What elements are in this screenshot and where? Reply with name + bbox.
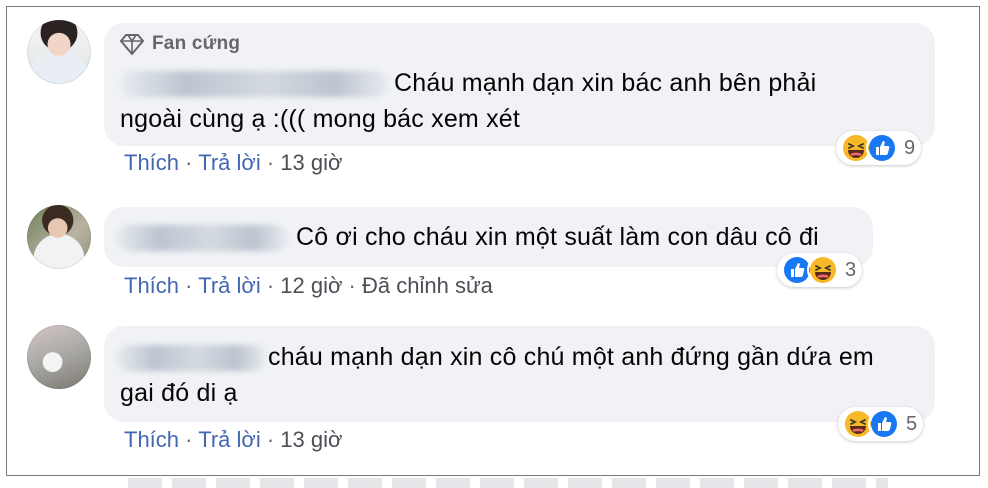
reaction-count: 3 (845, 258, 857, 281)
reply-button[interactable]: Trả lời (198, 427, 261, 452)
blurred-author-name[interactable] (120, 71, 388, 98)
comment-text-line: cháu mạnh dạn xin cô chú một anh đứng gầ… (268, 343, 874, 371)
comment-text-line: Cô ơi cho cháu xin một suất làm con dâu … (296, 223, 819, 251)
comment-text-line: ngoài cùng ạ :((( mong bác xem xét (120, 105, 521, 133)
comment-text-line: Cháu mạnh dạn xin bác anh bên phải (394, 69, 817, 97)
haha-icon (807, 254, 839, 286)
reply-button[interactable]: Trả lời (198, 150, 261, 175)
reaction-count: 5 (906, 412, 918, 435)
timestamp[interactable]: 12 giờ (280, 273, 342, 298)
blurred-author-name[interactable] (116, 225, 288, 252)
avatar[interactable] (27, 205, 91, 269)
timestamp[interactable]: 13 giờ (280, 150, 342, 175)
like-button[interactable]: Thích (124, 150, 179, 175)
reaction-summary[interactable]: 5 (838, 407, 924, 441)
comment-actions: Thích · Trả lời · 13 giờ (124, 150, 343, 175)
top-fan-badge[interactable]: Fan cứng (120, 32, 240, 56)
reply-button[interactable]: Trả lời (198, 273, 261, 298)
reaction-summary[interactable]: 9 (836, 131, 922, 165)
comment-bubble: Fan cứng Cháu mạnh dạn xin bác anh bên p… (104, 23, 935, 146)
comment-bubble: Cô ơi cho cháu xin một suất làm con dâu … (104, 207, 873, 267)
edited-label[interactable]: Đã chỉnh sửa (362, 273, 493, 298)
comment-bubble: cháu mạnh dạn xin cô chú một anh đứng gầ… (104, 326, 935, 422)
cut-off-text-top (130, 0, 300, 4)
like-icon (868, 408, 900, 440)
comment-text-line: gai đó di ạ (120, 379, 238, 407)
reaction-summary[interactable]: 3 (777, 253, 863, 287)
timestamp[interactable]: 13 giờ (280, 427, 342, 452)
diamond-icon (120, 34, 144, 55)
like-icon (866, 132, 898, 164)
blurred-author-name[interactable] (116, 345, 266, 372)
avatar[interactable] (27, 325, 91, 389)
badge-label: Fan cứng (152, 33, 241, 54)
avatar[interactable] (27, 20, 91, 84)
like-button[interactable]: Thích (124, 427, 179, 452)
reaction-count: 9 (904, 136, 916, 159)
comment-actions: Thích · Trả lời · 12 giờ · Đã chỉnh sửa (124, 273, 493, 298)
cut-off-text-bottom (128, 478, 888, 488)
like-button[interactable]: Thích (124, 273, 179, 298)
comment-actions: Thích · Trả lời · 13 giờ (124, 427, 343, 452)
